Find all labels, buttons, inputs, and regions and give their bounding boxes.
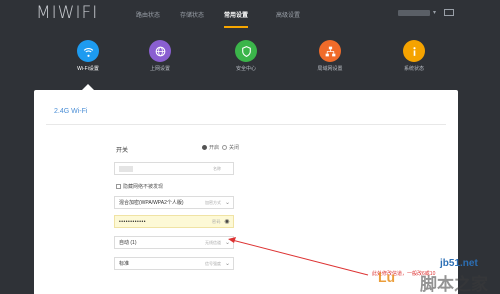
watermark-brand: Lu [378, 269, 396, 285]
annotation-arrow [228, 237, 369, 276]
watermark-url: jb51.net [440, 258, 478, 269]
watermark-site: 脚本之家 [420, 275, 488, 294]
